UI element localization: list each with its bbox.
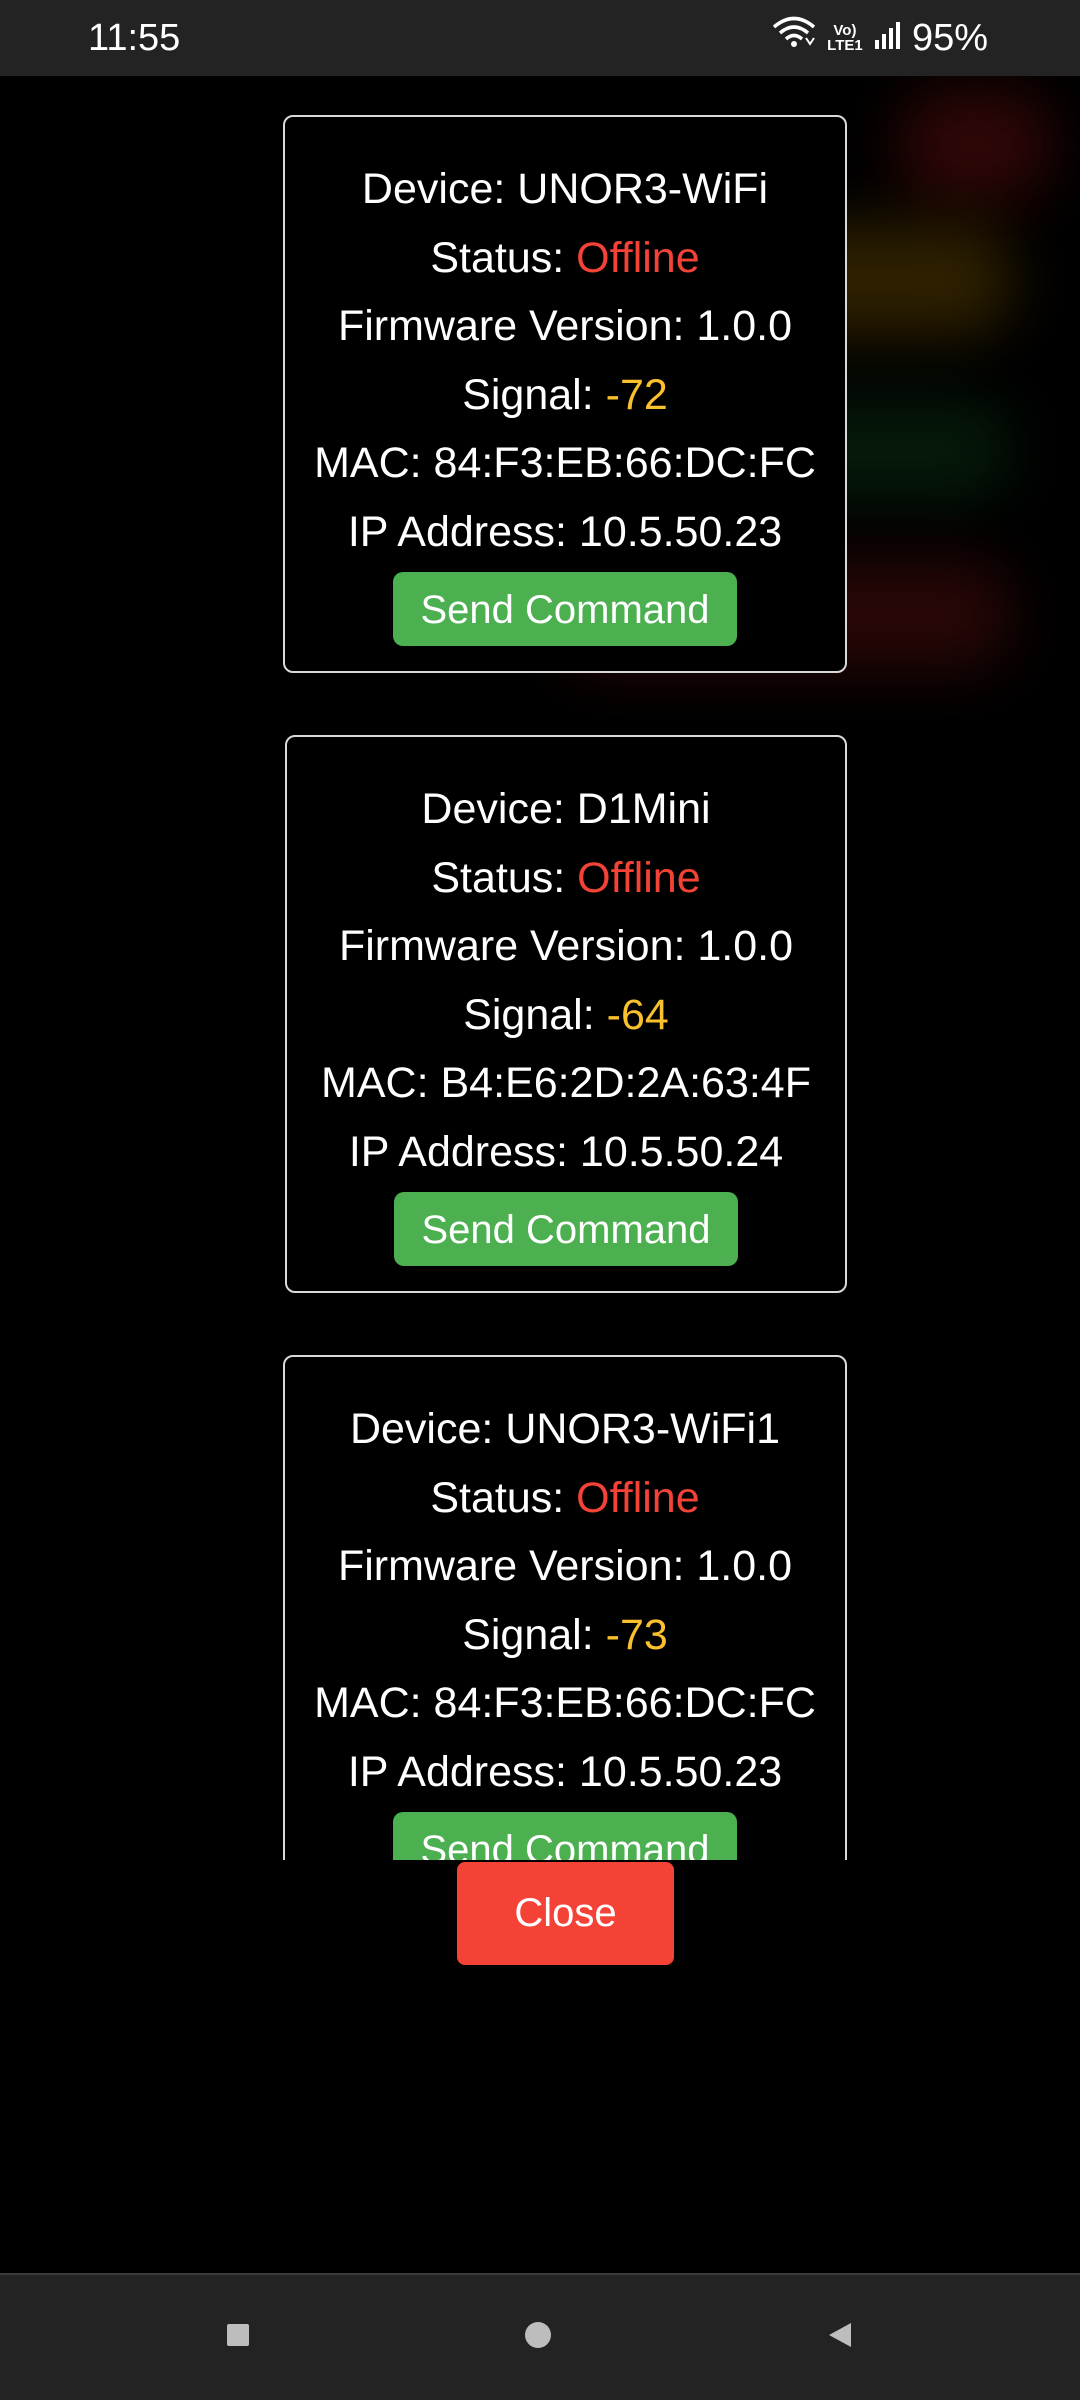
device-name: UNOR3-WiFi1 [505,1405,781,1453]
device-list[interactable]: Device: UNOR3-WiFi Status: Offline Firmw… [0,76,1080,1860]
send-command-button[interactable]: Send Command [394,1192,738,1266]
device-name-line: Device: D1Mini [287,775,845,844]
mac-label: MAC: [314,439,434,487]
firmware-line: Firmware Version: 1.0.0 [285,292,845,361]
status-line: Status: Offline [287,844,845,913]
status-icons: Vo) LTE1 95% [772,16,988,60]
navigation-bar [0,2273,1080,2400]
send-command-button[interactable]: Send Command [393,572,737,646]
status-value: Offline [576,1473,700,1522]
firmware-label: Firmware Version: [337,1542,697,1590]
firmware-value: 1.0.0 [696,302,793,350]
ip-value: 10.5.50.23 [578,1747,783,1796]
device-name-line: Device: UNOR3-WiFi [285,155,845,224]
signal-label: Signal: [462,370,606,419]
device-name: UNOR3-WiFi [517,165,769,213]
signal-value: -72 [605,370,668,419]
signal-line: Signal: -72 [285,361,845,430]
mac-line: MAC: 84:F3:EB:66:DC:FC [285,429,845,498]
mac-label: MAC: [321,1059,441,1107]
signal-label: Signal: [463,990,607,1039]
mac-value: 84:F3:EB:66:DC:FC [433,1679,816,1727]
status-label: Status: [431,853,578,902]
status-label: Status: [430,1473,577,1522]
ip-line: IP Address: 10.5.50.23 [285,498,845,567]
mac-value: B4:E6:2D:2A:63:4F [440,1059,811,1107]
wifi-icon [772,16,816,60]
battery-percent: 95% [911,16,988,59]
ip-line: IP Address: 10.5.50.24 [287,1118,845,1187]
mac-value: 84:F3:EB:66:DC:FC [433,439,816,487]
recents-button[interactable] [208,2307,268,2367]
triangle-back-icon [827,2322,853,2353]
device-card: Device: UNOR3-WiFi1 Status: Offline Firm… [283,1355,847,1860]
status-value: Offline [577,853,701,902]
cell-signal-icon [874,17,902,60]
signal-value: -64 [606,990,669,1039]
device-label: Device: [349,1405,506,1453]
status-line: Status: Offline [285,224,845,293]
device-name: D1Mini [576,785,711,833]
signal-value: -73 [605,1610,668,1659]
signal-line: Signal: -64 [287,981,845,1050]
firmware-label: Firmware Version: [337,302,697,350]
ip-value: 10.5.50.23 [578,507,783,556]
ip-label: IP Address: [347,1747,579,1796]
send-command-button[interactable]: Send Command [393,1812,737,1860]
signal-line: Signal: -73 [285,1601,845,1670]
mac-line: MAC: B4:E6:2D:2A:63:4F [287,1049,845,1118]
ip-value: 10.5.50.24 [579,1127,784,1176]
screen: 11:55 Vo) LTE1 95% Device: UNOR3-WiFi St… [0,0,1080,2400]
status-value: Offline [576,233,700,282]
device-name-line: Device: UNOR3-WiFi1 [285,1395,845,1464]
mac-line: MAC: 84:F3:EB:66:DC:FC [285,1669,845,1738]
lte-label: LTE1 [827,37,863,54]
firmware-line: Firmware Version: 1.0.0 [287,912,845,981]
ip-label: IP Address: [347,507,579,556]
firmware-line: Firmware Version: 1.0.0 [285,1532,845,1601]
square-icon [226,2323,250,2352]
firmware-label: Firmware Version: [338,922,698,970]
status-time: 11:55 [88,16,181,59]
volte-icon: Vo) LTE1 [826,23,864,53]
close-button[interactable]: Close [457,1862,674,1965]
device-label: Device: [361,165,518,213]
status-bar: 11:55 Vo) LTE1 95% [0,0,1080,76]
device-card: Device: UNOR3-WiFi Status: Offline Firmw… [283,115,847,673]
home-button[interactable] [508,2307,568,2367]
device-label: Device: [421,785,577,833]
status-line: Status: Offline [285,1464,845,1533]
ip-label: IP Address: [348,1127,580,1176]
device-card: Device: D1Mini Status: Offline Firmware … [285,735,847,1293]
mac-label: MAC: [314,1679,434,1727]
firmware-value: 1.0.0 [697,922,794,970]
status-label: Status: [430,233,577,282]
circle-icon [524,2321,552,2354]
signal-label: Signal: [462,1610,606,1659]
firmware-value: 1.0.0 [696,1542,793,1590]
ip-line: IP Address: 10.5.50.23 [285,1738,845,1807]
back-button[interactable] [810,2307,870,2367]
